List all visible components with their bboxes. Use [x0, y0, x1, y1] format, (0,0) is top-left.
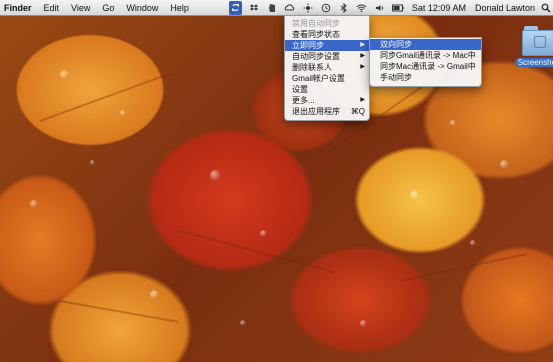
cloud-icon[interactable] [284, 2, 296, 14]
submenu-item-gmail-to-mac[interactable]: 同步Gmail通讯录 -> Mac中 [370, 50, 481, 61]
folder-icon [522, 26, 553, 56]
menu-item-label: 退出应用程序 [292, 107, 340, 116]
menu-item-label: Gmail帐户设置 [292, 74, 345, 83]
spotlight-icon[interactable] [539, 3, 553, 13]
menu-item-label: 删除联系人 [292, 63, 332, 72]
sync-icon[interactable] [228, 0, 242, 15]
sync-now-submenu: 双向同步 同步Gmail通讯录 -> Mac中 同步Mac通讯录 -> Gmai… [369, 37, 482, 87]
desktop-folder-screenshots[interactable]: Screenshots [514, 26, 553, 67]
menu-item-label: 更多... [292, 96, 315, 105]
menu-item-label: 设置 [292, 85, 308, 94]
menu-item-more[interactable]: 更多... ▶ [285, 95, 369, 106]
sun-icon[interactable] [302, 2, 314, 14]
menu-view[interactable]: View [65, 0, 96, 15]
menu-item-sync-now[interactable]: 立即同步 ▶ [285, 40, 369, 51]
menu-item-auto-sync-settings[interactable]: 自动同步设置 ▶ [285, 51, 369, 62]
menu-item-disable-auto-sync[interactable]: 禁用自动同步 [285, 18, 369, 29]
menu-item-view-sync-status[interactable]: 查看同步状态 [285, 29, 369, 40]
dropbox-icon[interactable] [248, 2, 260, 14]
bluetooth-icon[interactable] [338, 2, 350, 14]
sync-status-menu: 禁用自动同步 查看同步状态 立即同步 ▶ 自动同步设置 ▶ 删除联系人 ▶ Gm… [284, 15, 370, 121]
menu-item-label: 自动同步设置 [292, 52, 340, 61]
submenu-arrow-icon: ▶ [360, 53, 365, 59]
menu-item-shortcut: ⌘Q [350, 107, 365, 116]
menubar-clock[interactable]: Sat 12:09 AM [407, 3, 471, 13]
menu-item-label: 禁用自动同步 [292, 19, 340, 28]
menu-help[interactable]: Help [164, 0, 195, 15]
menu-window[interactable]: Window [120, 0, 164, 15]
app-menu[interactable]: Finder [0, 3, 38, 13]
folder-label: Screenshots [514, 58, 553, 67]
submenu-arrow-icon: ▶ [360, 64, 365, 70]
volume-icon[interactable] [374, 2, 386, 14]
fast-user-switch[interactable]: Donald Lawton [471, 3, 539, 13]
menu-item-quit[interactable]: 退出应用程序 ⌘Q [285, 106, 369, 117]
submenu-item-manual-sync[interactable]: 手动同步 [370, 72, 481, 83]
time-machine-icon[interactable] [320, 2, 332, 14]
battery-icon[interactable] [391, 2, 404, 14]
submenu-item-two-way-sync[interactable]: 双向同步 [370, 39, 481, 50]
menu-item-label: 立即同步 [292, 41, 324, 50]
menu-item-label: 查看同步状态 [292, 30, 340, 39]
menu-edit[interactable]: Edit [38, 0, 66, 15]
menu-go[interactable]: Go [96, 0, 120, 15]
submenu-item-mac-to-gmail[interactable]: 同步Mac通讯录 -> Gmail中 [370, 61, 481, 72]
submenu-arrow-icon: ▶ [360, 42, 365, 48]
submenu-arrow-icon: ▶ [360, 97, 365, 103]
menu-item-settings[interactable]: 设置 [285, 84, 369, 95]
menu-item-gmail-account-settings[interactable]: Gmail帐户设置 [285, 73, 369, 84]
menu-bar: Finder Edit View Go Window Help Sat 12:0… [0, 0, 553, 16]
evernote-icon[interactable] [266, 2, 278, 14]
wifi-icon[interactable] [356, 2, 368, 14]
menu-item-delete-contacts[interactable]: 删除联系人 ▶ [285, 62, 369, 73]
